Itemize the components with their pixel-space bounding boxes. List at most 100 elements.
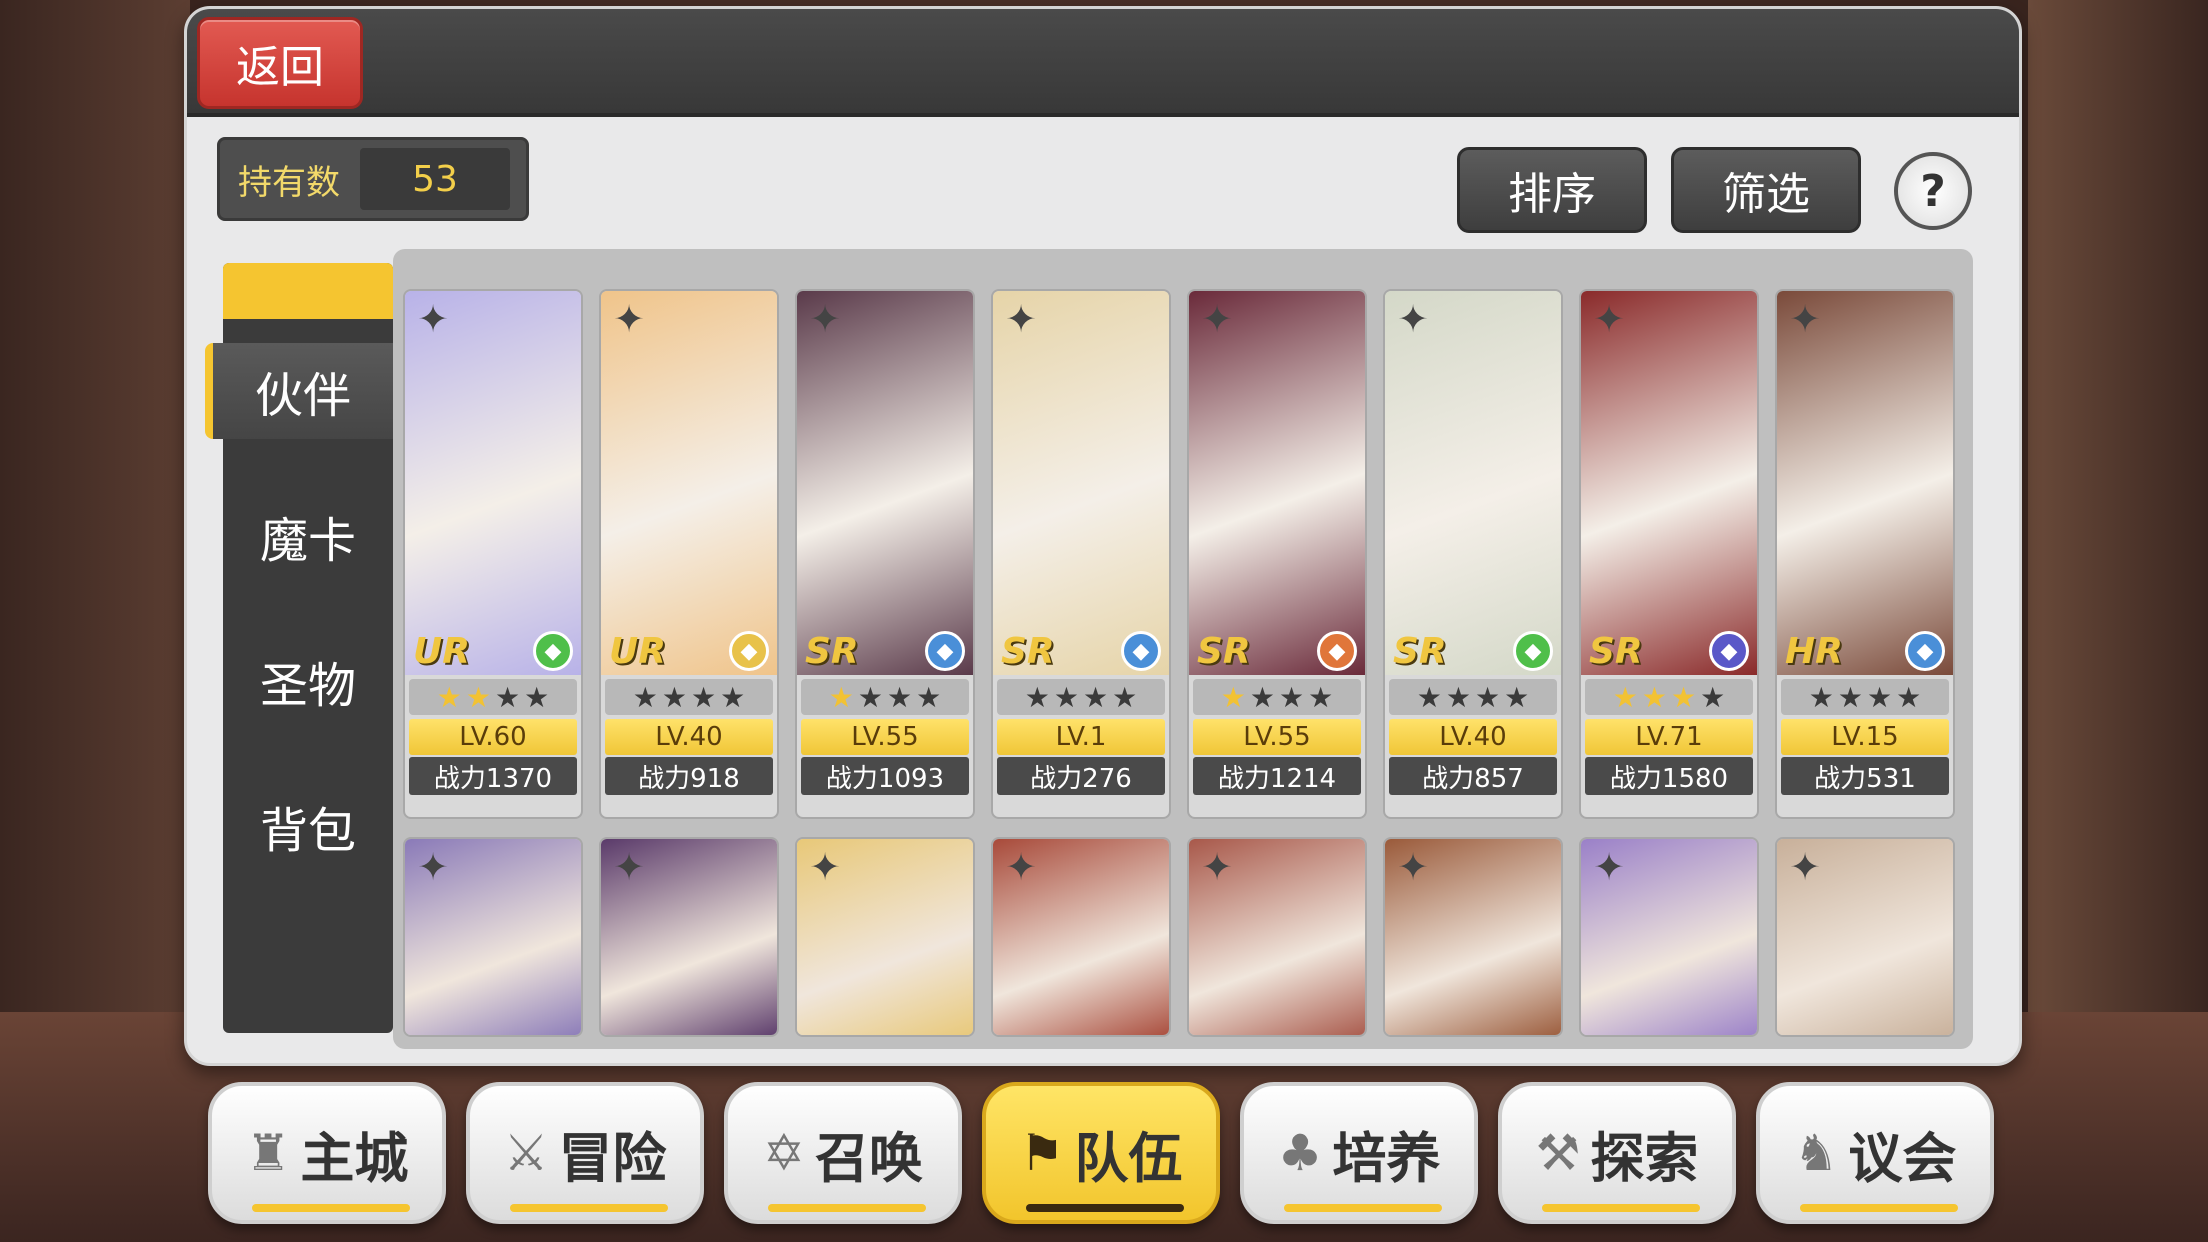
star-icon: ★ [1024, 680, 1050, 714]
star-icon: ★ [524, 680, 550, 714]
nav-underline [1026, 1204, 1184, 1212]
element-icon: ◆ [1905, 631, 1945, 671]
star-icon: ★ [1112, 680, 1138, 714]
star-icon: ★ [1700, 680, 1726, 714]
star-icon: ★ [1053, 680, 1079, 714]
character-portrait [405, 291, 581, 675]
filter-button[interactable]: 筛选 [1671, 147, 1861, 233]
character-card[interactable]: ✦ SR ◆ ★ ★ ★ ★ LV.55 战力1214 [1187, 289, 1367, 819]
power-label: 战力276 [997, 757, 1165, 795]
star-icon: ★ [1416, 680, 1442, 714]
star-icon: ★ [691, 680, 717, 714]
diamond-badge-icon: ✦ [1593, 845, 1625, 889]
sort-button[interactable]: 排序 [1457, 147, 1647, 233]
star-icon: ★ [1308, 680, 1334, 714]
diamond-badge-icon: ✦ [1593, 297, 1625, 341]
level-label: LV.55 [1193, 719, 1361, 755]
nav-underline [1542, 1204, 1700, 1212]
tab-relics[interactable]: 圣物 [223, 633, 393, 729]
star-rating: ★ ★ ★ ★ [801, 679, 969, 715]
diamond-badge-icon: ✦ [1005, 845, 1037, 889]
character-card[interactable]: ✦ [1775, 837, 1955, 1037]
level-label: LV.1 [997, 719, 1165, 755]
star-icon: ★ [1445, 680, 1471, 714]
character-card[interactable]: ✦ UR ◆ ★ ★ ★ ★ LV.40 战力918 [599, 289, 779, 819]
character-card[interactable]: ✦ SR ◆ ★ ★ ★ ★ LV.71 战力1580 [1579, 289, 1759, 819]
nav-explore[interactable]: ⚒ 探索 [1498, 1082, 1736, 1224]
diamond-badge-icon: ✦ [417, 297, 449, 341]
diamond-badge-icon: ✦ [1397, 297, 1429, 341]
character-card[interactable]: ✦ UR ◆ ★ ★ ★ ★ LV.60 战力1370 [403, 289, 583, 819]
star-icon: ★ [916, 680, 942, 714]
owned-count-label: 持有数 [238, 162, 340, 203]
level-label: LV.40 [1389, 719, 1557, 755]
nav-team[interactable]: ⚑ 队伍 [982, 1082, 1220, 1224]
character-card[interactable]: ✦ HR ◆ ★ ★ ★ ★ LV.15 战力531 [1775, 289, 1955, 819]
star-icon: ★ [632, 680, 658, 714]
character-card[interactable]: ✦ [1579, 837, 1759, 1037]
character-portrait [1189, 291, 1365, 675]
nav-cultivate[interactable]: ♣ 培养 [1240, 1082, 1478, 1224]
character-portrait [993, 291, 1169, 675]
star-icon: ★ [1504, 680, 1530, 714]
character-card[interactable]: ✦ SR ◆ ★ ★ ★ ★ LV.55 战力1093 [795, 289, 975, 819]
rarity-badge: HR [1785, 631, 1843, 672]
star-icon: ★ [1808, 680, 1834, 714]
star-icon: ★ [661, 680, 687, 714]
power-label: 战力918 [605, 757, 773, 795]
nav-council[interactable]: ♞ 议会 [1756, 1082, 1994, 1224]
power-label: 战力1370 [409, 757, 577, 795]
character-card[interactable]: ✦ [991, 837, 1171, 1037]
star-icon: ★ [1641, 680, 1667, 714]
cultivate-icon: ♣ [1277, 1124, 1323, 1182]
element-icon: ◆ [925, 631, 965, 671]
power-label: 战力1214 [1193, 757, 1361, 795]
diamond-badge-icon: ✦ [1397, 845, 1429, 889]
star-rating: ★ ★ ★ ★ [1389, 679, 1557, 715]
star-icon: ★ [887, 680, 913, 714]
star-icon: ★ [495, 680, 521, 714]
character-card[interactable]: ✦ [1187, 837, 1367, 1037]
character-card[interactable]: ✦ [403, 837, 583, 1037]
back-button[interactable]: 返回 [197, 17, 363, 109]
character-card[interactable]: ✦ SR ◆ ★ ★ ★ ★ LV.1 战力276 [991, 289, 1171, 819]
nav-underline [768, 1204, 926, 1212]
tab-magic-cards[interactable]: 魔卡 [223, 488, 393, 584]
tab-backpack[interactable]: 背包 [223, 778, 393, 874]
diamond-badge-icon: ✦ [1201, 297, 1233, 341]
power-label: 战力1580 [1585, 757, 1753, 795]
diamond-badge-icon: ✦ [1789, 845, 1821, 889]
nav-castle[interactable]: ♜ 主城 [208, 1082, 446, 1224]
character-card[interactable]: ✦ [599, 837, 779, 1037]
level-label: LV.71 [1585, 719, 1753, 755]
help-button[interactable]: ? [1894, 152, 1972, 230]
star-icon: ★ [720, 680, 746, 714]
level-label: LV.55 [801, 719, 969, 755]
star-icon: ★ [857, 680, 883, 714]
character-portrait [797, 291, 973, 675]
rarity-badge: SR [1197, 631, 1251, 672]
nav-hexagram[interactable]: ✡ 召唤 [724, 1082, 962, 1224]
diamond-badge-icon: ✦ [809, 297, 841, 341]
star-rating: ★ ★ ★ ★ [1585, 679, 1753, 715]
character-portrait [1385, 291, 1561, 675]
element-icon: ◆ [1709, 631, 1749, 671]
rarity-badge: SR [1393, 631, 1447, 672]
rarity-badge: SR [805, 631, 859, 672]
owned-count-box: 持有数 53 [217, 137, 529, 221]
character-card[interactable]: ✦ [1383, 837, 1563, 1037]
tab-partners[interactable]: 伙伴 [205, 343, 393, 439]
diamond-badge-icon: ✦ [613, 845, 645, 889]
level-label: LV.15 [1781, 719, 1949, 755]
nav-swords[interactable]: ⚔ 冒险 [466, 1082, 704, 1224]
star-rating: ★ ★ ★ ★ [997, 679, 1165, 715]
star-icon: ★ [465, 680, 491, 714]
element-icon: ◆ [1317, 631, 1357, 671]
diamond-badge-icon: ✦ [1005, 297, 1037, 341]
character-portrait [601, 291, 777, 675]
character-card[interactable]: ✦ [795, 837, 975, 1037]
nav-label: 冒险 [558, 1126, 667, 1190]
character-card[interactable]: ✦ SR ◆ ★ ★ ★ ★ LV.40 战力857 [1383, 289, 1563, 819]
nav-label: 探索 [1590, 1126, 1699, 1190]
star-icon: ★ [1475, 680, 1501, 714]
